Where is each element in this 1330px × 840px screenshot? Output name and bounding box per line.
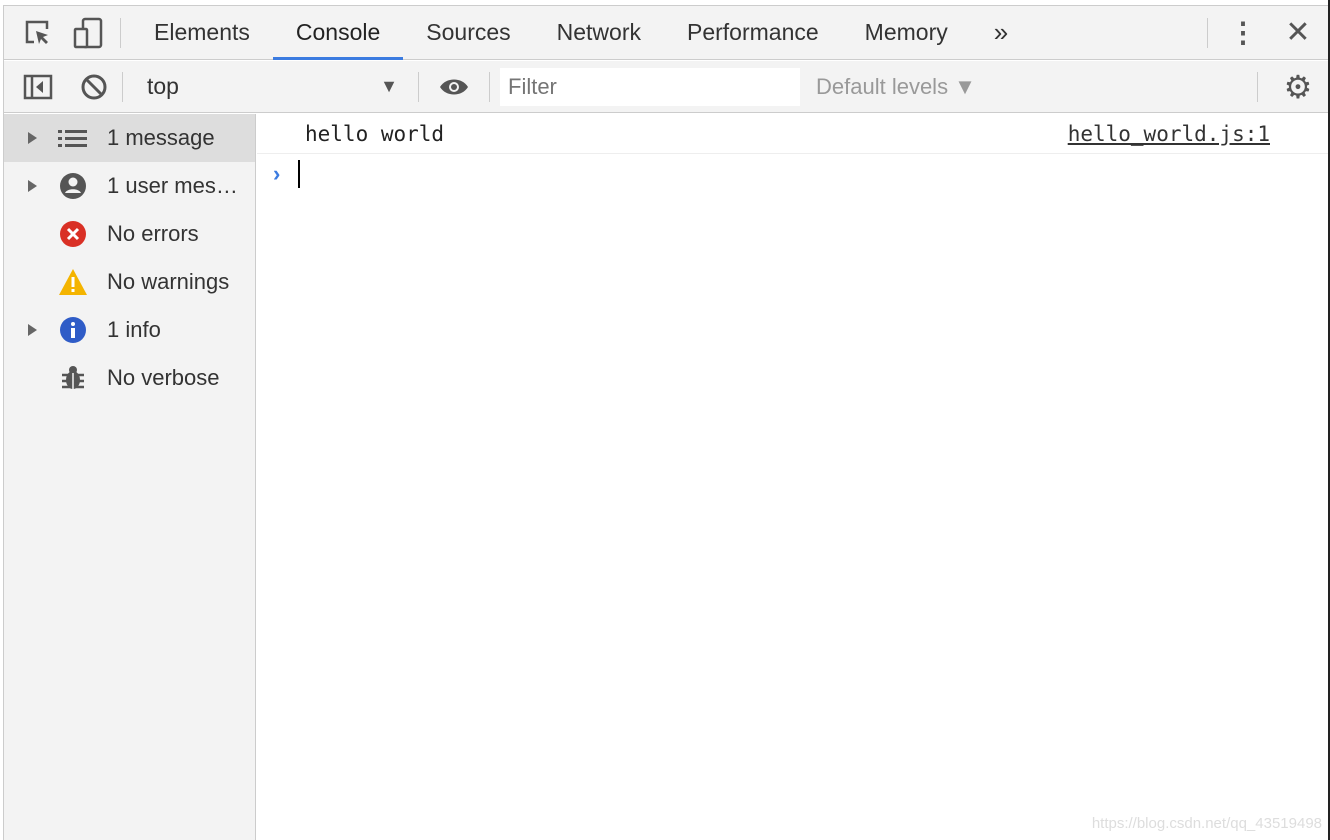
watermark: https://blog.csdn.net/qq_43519498 (1091, 815, 1322, 832)
tab-memory[interactable]: Memory (842, 6, 971, 60)
text-cursor (298, 160, 301, 188)
tab-console[interactable]: Console (272, 6, 404, 60)
filter-input[interactable] (500, 67, 800, 106)
tab-sources[interactable]: Sources (403, 6, 533, 60)
log-levels-dropdown[interactable]: Default levels ▼ (816, 74, 976, 100)
context-selector[interactable]: top ▼ (133, 73, 408, 100)
sidebar-item-verbose[interactable]: No verbose (4, 354, 255, 402)
device-toolbar-icon[interactable] (70, 17, 106, 49)
clear-console-icon[interactable] (76, 73, 112, 101)
console-message: hello world hello_world.js:1 (257, 114, 1328, 154)
sidebar-item-warnings[interactable]: No warnings (4, 258, 255, 306)
divider (1207, 17, 1208, 48)
sidebar-item-label: 1 user mes… (107, 173, 238, 198)
sidebar-item-errors[interactable]: No errors (4, 210, 255, 258)
divider (1257, 71, 1258, 102)
sidebar-item-label: 1 info (107, 317, 161, 342)
tab-performance[interactable]: Performance (664, 6, 842, 60)
context-value: top (147, 73, 179, 99)
more-tabs-icon[interactable]: » (971, 6, 1031, 60)
error-icon (58, 219, 88, 249)
console-prompt[interactable]: › (257, 154, 1328, 194)
settings-gear-icon[interactable]: ⚙ (1268, 68, 1328, 106)
sidebar-item-info[interactable]: 1 info (4, 306, 255, 354)
divider (122, 71, 123, 102)
expand-arrow-icon[interactable] (28, 324, 37, 336)
sidebar-item-messages[interactable]: 1 message (4, 114, 255, 162)
warning-icon (58, 267, 88, 297)
sidebar-item-user-messages[interactable]: 1 user mes… (4, 162, 255, 210)
devtools-tab-bar: Elements Console Sources Network Perform… (4, 6, 1328, 60)
console-toolbar: top ▼ Default levels ▼ ⚙ (4, 61, 1328, 113)
user-icon (58, 171, 88, 201)
source-link[interactable]: hello_world.js:1 (1068, 122, 1270, 146)
live-expression-eye-icon[interactable] (429, 77, 479, 97)
sidebar-item-label: 1 message (107, 125, 215, 150)
console-output: hello world hello_world.js:1 › (257, 114, 1328, 840)
message-text: hello world (305, 121, 445, 146)
prompt-chevron-icon: › (273, 161, 281, 186)
dropdown-arrow-icon: ▼ (380, 76, 398, 96)
bug-icon (58, 363, 88, 393)
more-options-icon[interactable]: ⋮ (1218, 16, 1268, 49)
sidebar-toggle-icon[interactable] (20, 74, 56, 100)
expand-arrow-icon[interactable] (28, 132, 37, 144)
sidebar-item-label: No warnings (107, 269, 230, 294)
info-icon (58, 315, 88, 345)
sidebar-item-label: No verbose (107, 365, 220, 390)
tab-network[interactable]: Network (534, 6, 664, 60)
divider (418, 71, 419, 102)
sidebar-item-label: No errors (107, 221, 199, 246)
divider (489, 71, 490, 102)
console-sidebar: 1 message 1 user mes… No errors No warni… (4, 114, 256, 840)
close-icon[interactable]: ✕ (1268, 15, 1328, 50)
list-icon (58, 123, 88, 153)
expand-arrow-icon[interactable] (28, 180, 37, 192)
tab-elements[interactable]: Elements (131, 6, 273, 60)
divider (120, 17, 121, 48)
inspect-element-icon[interactable] (20, 18, 56, 48)
